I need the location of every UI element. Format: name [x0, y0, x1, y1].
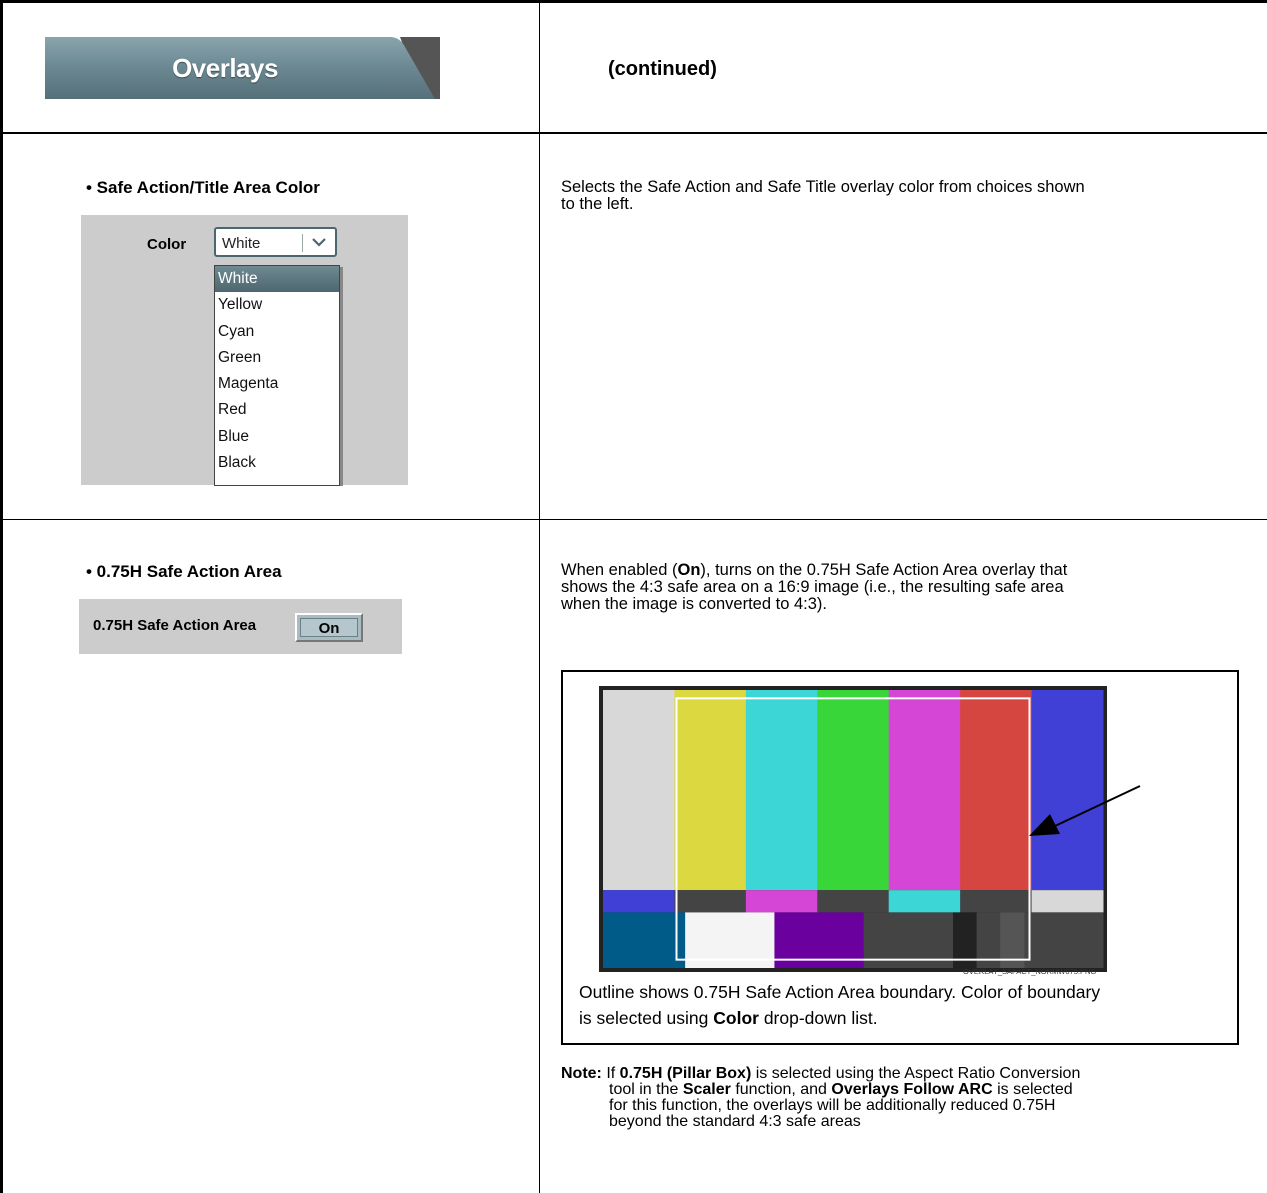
tab-title: Overlays — [172, 52, 278, 83]
color-bar — [817, 690, 890, 891]
color-bar — [1031, 690, 1104, 891]
description-line: to the left. — [561, 195, 634, 213]
castellation-bar — [888, 890, 961, 913]
castellation-bar — [674, 890, 747, 913]
color-control-panel: Color White White Yellow Cyan Green Mage… — [81, 215, 408, 486]
dropdown-option-black[interactable]: Black — [215, 450, 339, 476]
safe-action-description: When enabled (On), turns on the 0.75H Sa… — [561, 562, 1067, 613]
description-text: When enabled ( — [561, 561, 678, 579]
castellation-bar — [960, 890, 1033, 913]
safe-action-toggle-button[interactable]: On — [295, 613, 363, 642]
dropdown-option-magenta[interactable]: Magenta — [215, 371, 339, 397]
color-select[interactable]: White — [214, 227, 337, 257]
note-label: Note: — [561, 1065, 602, 1082]
description-line: Selects the Safe Action and Safe Title o… — [561, 178, 1085, 196]
table-row-divider — [0, 132, 1267, 134]
color-bar — [888, 690, 961, 891]
castellation-bar — [745, 890, 818, 913]
safe-action-label: 0.75H Safe Action Area — [93, 617, 257, 634]
caption-line: Outline shows 0.75H Safe Action Area bou… — [579, 982, 1101, 1002]
color-select-value: White — [222, 235, 261, 252]
color-bar — [745, 690, 818, 891]
note-text: is selected using the Aspect Ratio Conve… — [751, 1065, 1081, 1082]
dropdown-option-white[interactable]: White — [215, 266, 339, 293]
chevron-down-icon[interactable] — [310, 233, 328, 251]
table-top-border — [0, 0, 1267, 3]
table-column-divider — [539, 0, 540, 1193]
continued-label: (continued) — [608, 58, 717, 80]
dropdown-option-cyan[interactable]: Cyan — [215, 319, 339, 345]
color-dropdown-list: White Yellow Cyan Green Magenta Red Blue… — [214, 265, 340, 486]
safe-color-description: Selects the Safe Action and Safe Title o… — [561, 179, 1085, 213]
dropdown-shadow — [340, 267, 343, 486]
safe-action-title: • 0.75H Safe Action Area — [86, 562, 282, 581]
note-text: function, and — [730, 1081, 832, 1098]
description-line: when the image is converted to 4:3). — [561, 595, 827, 613]
description-bold: On — [677, 561, 701, 579]
note-bold: 0.75H (Pillar Box) — [619, 1065, 752, 1082]
safe-color-title: • Safe Action/Title Area Color — [86, 178, 320, 197]
castellation-bar — [1031, 890, 1104, 913]
caption-text: is selected using — [579, 1008, 714, 1028]
safe-action-control-panel: 0.75H Safe Action Area On — [79, 599, 402, 654]
note-text: is selected — [992, 1081, 1073, 1098]
color-bars-image — [599, 686, 1141, 972]
dropdown-option-blue[interactable]: Blue — [215, 424, 339, 450]
pluge-segment — [603, 912, 686, 968]
toggle-button-label: On — [300, 618, 358, 637]
figure-caption: Outline shows 0.75H Safe Action Area bou… — [579, 979, 1219, 1031]
pluge-segment — [1024, 912, 1104, 968]
castellation-bar — [817, 890, 890, 913]
table-row-divider — [0, 519, 1267, 520]
color-label: Color — [147, 236, 187, 253]
caption-text: drop-down list. — [758, 1008, 878, 1028]
table-left-border — [0, 0, 3, 1193]
color-bar — [960, 690, 1033, 891]
note-line: for this function, the overlays will be … — [609, 1097, 1056, 1114]
color-bar — [603, 690, 675, 891]
castellation-bar — [603, 890, 675, 913]
note-text: If — [601, 1065, 620, 1082]
note: Note: If 0.75H (Pillar Box) is selected … — [561, 1066, 1251, 1130]
note-line: beyond the standard 4:3 safe areas — [609, 1113, 861, 1130]
note-text: tool in the — [609, 1081, 683, 1098]
overlays-tab: Overlays — [45, 37, 440, 99]
note-bold: Scaler — [682, 1081, 731, 1098]
dropdown-option-green[interactable]: Green — [215, 345, 339, 371]
color-bar — [674, 690, 747, 891]
caption-bold: Color — [713, 1008, 759, 1028]
description-text: ), turns on the 0.75H Safe Action Area o… — [700, 561, 1068, 579]
select-separator — [302, 234, 303, 252]
note-bold: Overlays Follow ARC — [831, 1081, 993, 1098]
dropdown-option-yellow[interactable]: Yellow — [215, 292, 339, 318]
overlay-figure: OVERLAY_SAFACT_NORMW075.PNG Outline show… — [561, 670, 1239, 1045]
figure-filename: OVERLAY_SAFACT_NORMW075.PNG — [963, 967, 1097, 976]
description-line: shows the 4:3 safe area on a 16:9 image … — [561, 578, 1064, 596]
dropdown-option-red[interactable]: Red — [215, 397, 339, 423]
